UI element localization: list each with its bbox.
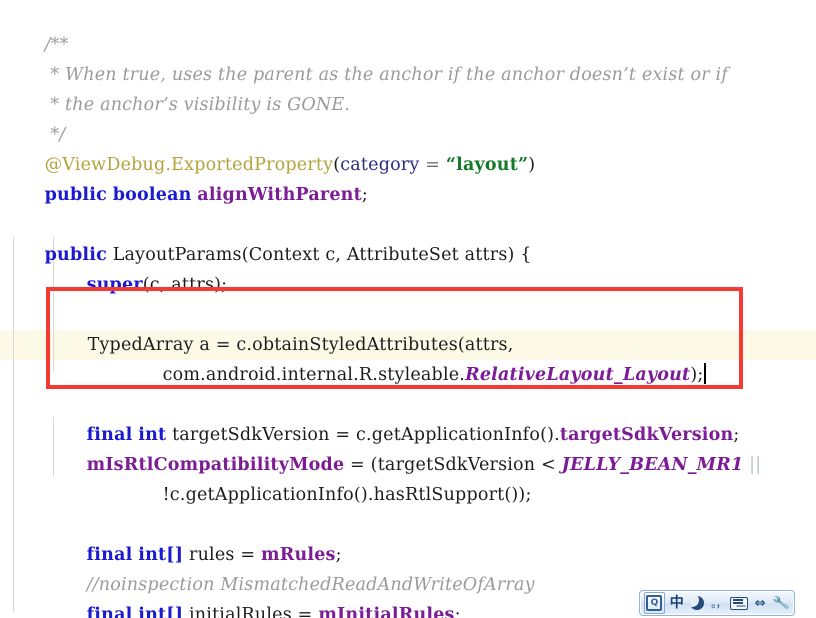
super-args: (c, attrs); <box>142 275 228 295</box>
code-line-20: final int[] initialRules = mInitialRules… <box>52 570 461 618</box>
javadoc-body-line-2: * the anchor’s visibility is GONE. <box>44 95 351 115</box>
constant-jelly-bean-mr1: JELLY_BEAN_MR1 <box>561 455 744 475</box>
code-line-4: */ <box>10 90 65 145</box>
ime-logo-glyph: Q <box>646 595 663 611</box>
code-line-1: /** <box>10 0 69 55</box>
logical-or-operator: || <box>749 455 762 475</box>
wrench-glyph: 🔧 <box>772 594 791 612</box>
keyword-int-array-2: int[] <box>138 605 184 618</box>
field-align-with-parent: alignWithParent <box>197 185 362 205</box>
code-line-8: public LayoutParams(Context c, Attribute… <box>10 210 532 265</box>
ime-floating-toolbar[interactable]: Q 中 。， ⇔ 🔧 <box>639 590 795 616</box>
styleable-prefix: com.android.internal.R.styleable. <box>162 365 466 385</box>
styleable-tail: ); <box>690 365 704 385</box>
half-full-width-glyph: ⇔ <box>754 595 766 611</box>
constructor-signature: (Context c, AttributeSet attrs) { <box>241 245 532 265</box>
half-full-width-icon[interactable]: ⇔ <box>751 594 769 613</box>
code-line-19: //noinspection MismatchedReadAndWriteOfA… <box>52 540 535 595</box>
text-caret <box>704 363 707 384</box>
local-var-initial-rules: initialRules = <box>183 605 319 618</box>
keyword-super: super <box>86 275 143 295</box>
annotation-equals: = <box>419 155 446 175</box>
code-line-16: !c.getApplicationInfo().hasRtlSupport())… <box>128 450 532 505</box>
code-line-2: * When true, uses the parent as the anch… <box>10 30 728 85</box>
code-line-5: @ViewDebug.ExportedProperty(category = “… <box>10 120 536 175</box>
code-line-3: * the anchor’s visibility is GONE. <box>10 60 350 115</box>
soft-keyboard-glyph <box>730 596 749 610</box>
crescent-moon-icon[interactable] <box>689 594 707 613</box>
annotation-value: “layout” <box>445 155 529 175</box>
code-line-12: com.android.internal.R.styleable.Relativ… <box>128 330 707 385</box>
rtl-expression-tail: !c.getApplicationInfo().hasRtlSupport())… <box>162 485 532 505</box>
code-line-15: mIsRtlCompatibilityMode = (targetSdkVers… <box>52 420 762 475</box>
semicolon-4: ; <box>454 605 461 618</box>
field-m-initial-rules: mInitialRules <box>318 605 455 618</box>
soft-keyboard-icon[interactable] <box>730 594 749 613</box>
keyword-final-3: final <box>86 605 133 618</box>
punctuation-mode-icon[interactable]: 。， <box>709 594 727 613</box>
code-line-11: TypedArray a = c.obtainStyledAttributes(… <box>53 300 514 355</box>
crescent-moon-glyph <box>690 596 705 610</box>
code-line-14: final int targetSdkVersion = c.getApplic… <box>52 390 740 445</box>
code-line-6: public boolean alignWithParent; <box>10 150 368 205</box>
code-line-18: final int[] rules = mRules; <box>52 510 342 565</box>
styleable-constant: RelativeLayout_Layout <box>465 365 691 385</box>
chinese-mode-icon[interactable]: 中 <box>668 594 686 613</box>
keyword-boolean: boolean <box>112 185 192 205</box>
keyword-public: public <box>44 185 107 205</box>
code-line-9: super(c, attrs); <box>52 240 228 295</box>
ime-logo-icon[interactable]: Q <box>644 592 665 614</box>
code-text-layer: /** * When true, uses the parent as the … <box>0 0 816 618</box>
code-editor-canvas[interactable]: /** * When true, uses the parent as the … <box>0 0 816 618</box>
annotation-close-paren: ) <box>528 155 536 175</box>
semicolon-1: ; <box>361 185 368 205</box>
chinese-mode-label: 中 <box>669 595 684 611</box>
wrench-icon[interactable]: 🔧 <box>772 594 790 613</box>
punctuation-mode-label: 。， <box>711 596 726 610</box>
